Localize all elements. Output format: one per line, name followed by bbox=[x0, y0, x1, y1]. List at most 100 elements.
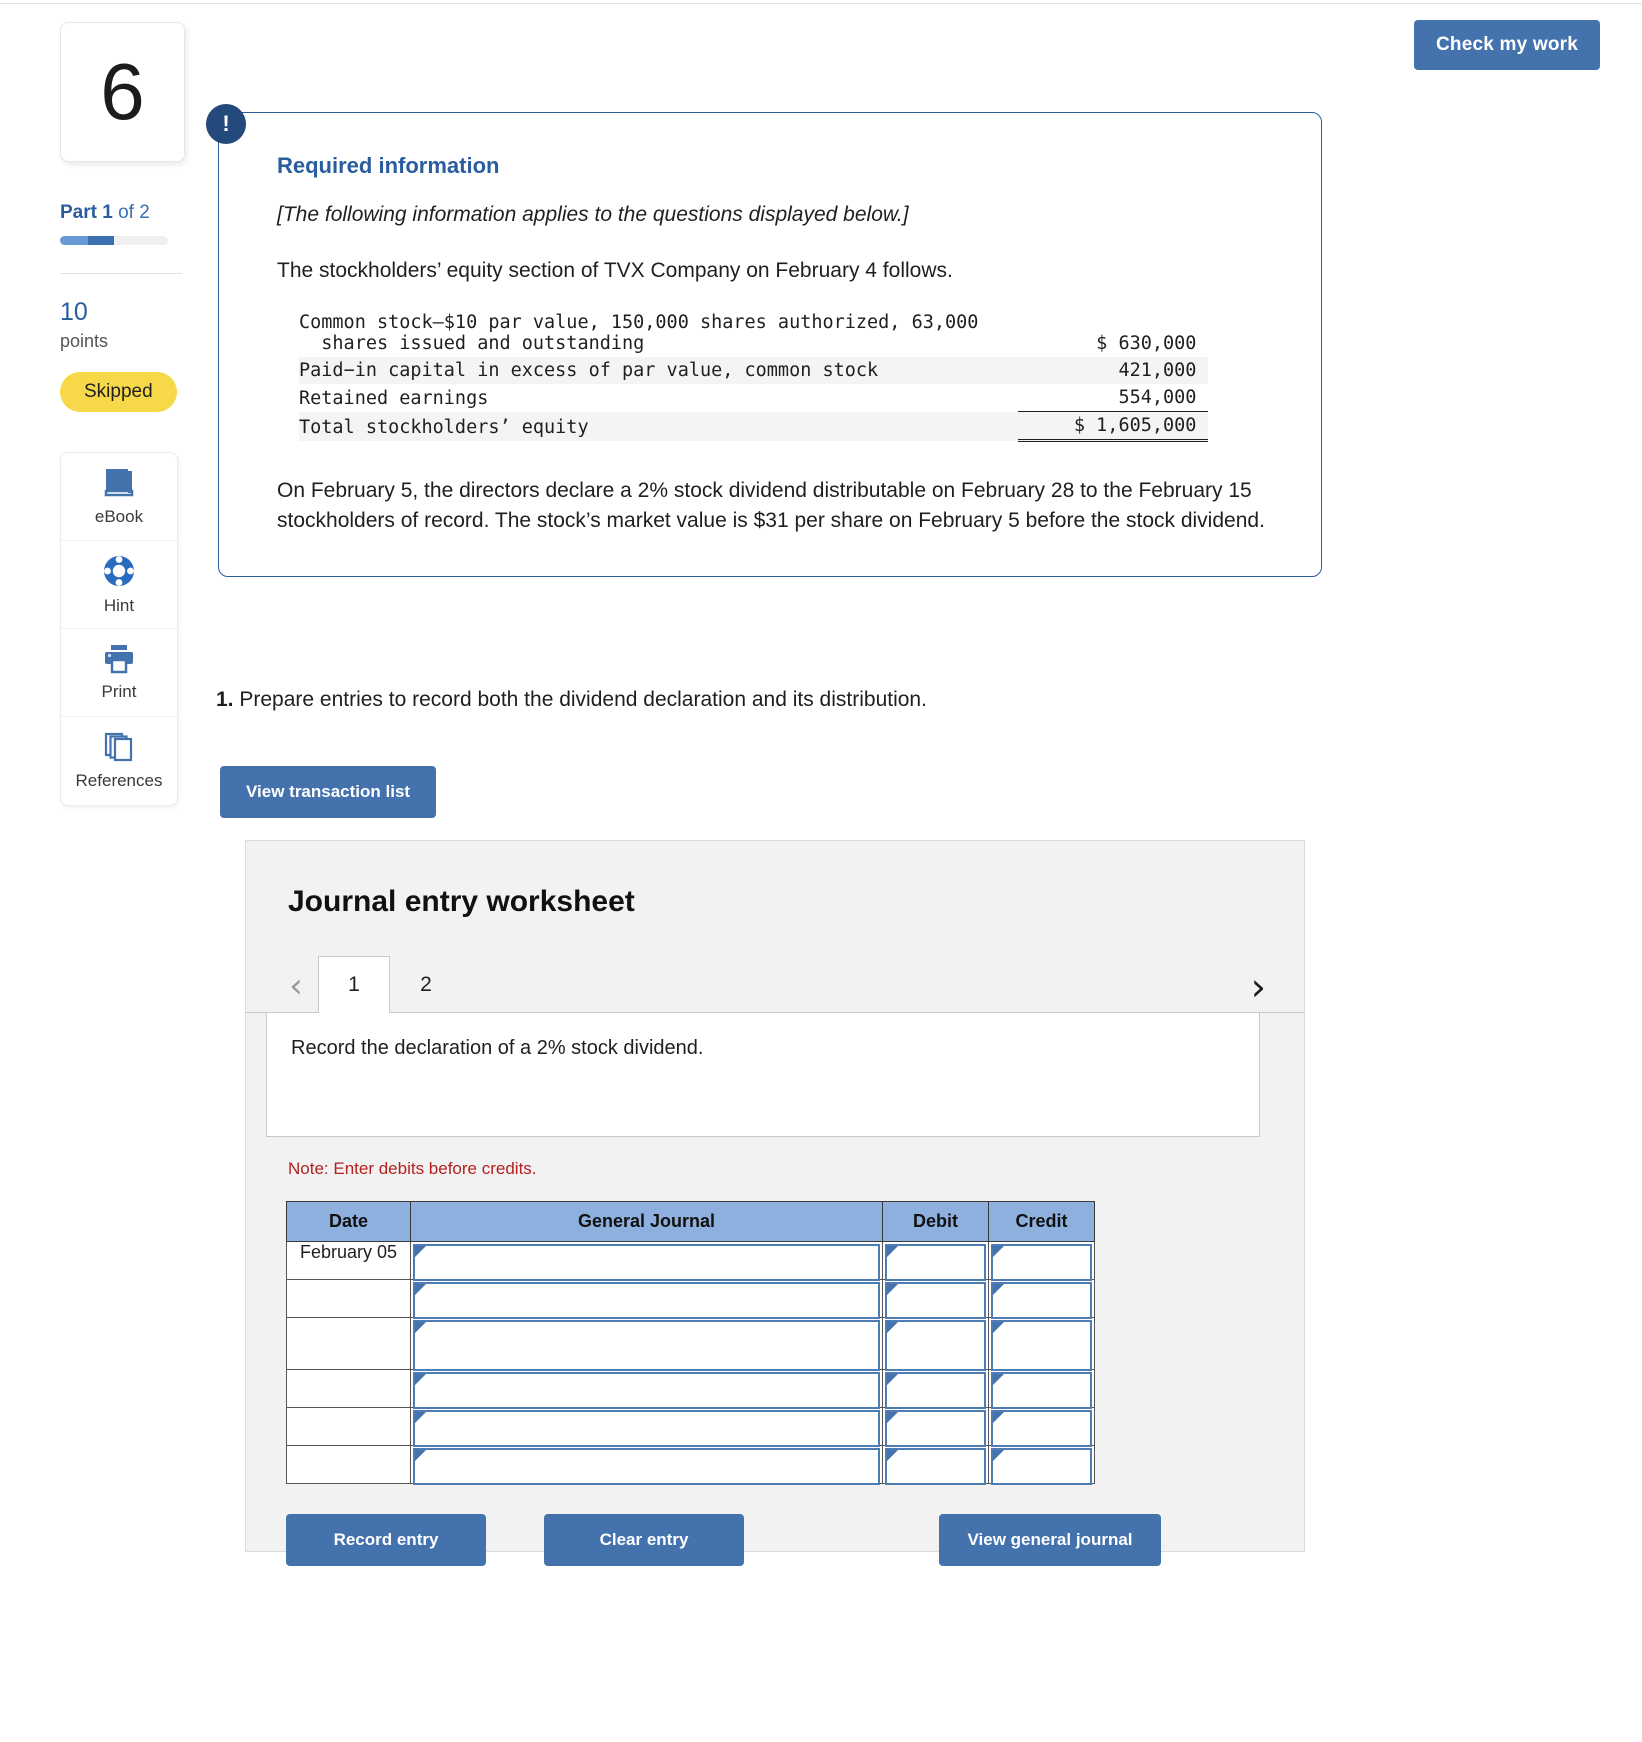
cell-general-journal[interactable] bbox=[410, 1241, 883, 1281]
equity-row-amount: $ 1,605,000 bbox=[1018, 411, 1209, 442]
cell-debit[interactable] bbox=[882, 1241, 989, 1281]
cell-general-journal[interactable] bbox=[410, 1279, 883, 1319]
equity-row-label: Common stock—$10 par value, 150,000 shar… bbox=[299, 312, 979, 354]
tool-label: References bbox=[75, 771, 163, 790]
clear-entry-button[interactable]: Clear entry bbox=[544, 1514, 744, 1566]
tool-ebook[interactable]: eBook bbox=[61, 453, 177, 541]
column-header-general-journal: General Journal bbox=[410, 1201, 883, 1242]
cell-debit[interactable] bbox=[882, 1317, 989, 1371]
account-select[interactable] bbox=[413, 1320, 880, 1371]
cell-credit[interactable] bbox=[988, 1241, 1095, 1281]
question-index: 1. bbox=[216, 688, 234, 711]
debit-input[interactable] bbox=[885, 1282, 986, 1319]
part-current: 1 bbox=[102, 202, 113, 223]
account-select[interactable] bbox=[413, 1410, 880, 1447]
stockholders-equity-table-wrap: Common stock—$10 par value, 150,000 shar… bbox=[277, 309, 1269, 442]
tool-panel: eBook Hint Print References bbox=[60, 452, 178, 806]
debit-input[interactable] bbox=[885, 1372, 986, 1409]
worksheet-tab-row: ‹ 1 2 › bbox=[246, 955, 1304, 1013]
table-row bbox=[286, 1279, 1095, 1319]
journal-header-row: Date General Journal Debit Credit bbox=[286, 1201, 1095, 1242]
table-row bbox=[286, 1445, 1095, 1485]
exclamation-icon: ! bbox=[206, 104, 246, 144]
equity-row-amount: 421,000 bbox=[1018, 357, 1209, 384]
status-badge: Skipped bbox=[60, 372, 177, 412]
question-prompt: 1. Prepare entries to record both the di… bbox=[216, 688, 927, 712]
table-row bbox=[286, 1369, 1095, 1409]
credit-input[interactable] bbox=[991, 1244, 1092, 1281]
record-entry-button[interactable]: Record entry bbox=[286, 1514, 486, 1566]
top-divider bbox=[0, 0, 1642, 4]
points-value: 10 bbox=[60, 298, 88, 326]
cell-date[interactable] bbox=[286, 1369, 411, 1408]
cell-credit[interactable] bbox=[988, 1445, 1095, 1485]
ebook-icon bbox=[102, 467, 136, 499]
cell-date[interactable] bbox=[286, 1279, 411, 1318]
cell-debit[interactable] bbox=[882, 1445, 989, 1485]
question-rail: 6 Part 1 of 2 10 points Skipped eBook Hi… bbox=[60, 22, 192, 806]
account-select[interactable] bbox=[413, 1244, 880, 1281]
cell-credit[interactable] bbox=[988, 1317, 1095, 1371]
cell-general-journal[interactable] bbox=[410, 1317, 883, 1371]
cell-general-journal[interactable] bbox=[410, 1369, 883, 1409]
tab-entry-1[interactable]: 1 bbox=[318, 956, 390, 1013]
points-label: points bbox=[60, 331, 109, 351]
equity-row-amount: 554,000 bbox=[1018, 384, 1209, 412]
cell-debit[interactable] bbox=[882, 1407, 989, 1447]
table-row: Retained earnings 554,000 bbox=[299, 384, 1209, 412]
table-row-total: Total stockholders’ equity $ 1,605,000 bbox=[299, 411, 1209, 442]
chevron-right-icon[interactable]: › bbox=[1251, 968, 1266, 1006]
column-header-date: Date bbox=[286, 1201, 411, 1242]
view-transaction-list-button[interactable]: View transaction list bbox=[220, 766, 437, 818]
worksheet-title: Journal entry worksheet bbox=[288, 885, 635, 918]
account-select[interactable] bbox=[413, 1282, 880, 1319]
cell-debit[interactable] bbox=[882, 1279, 989, 1319]
cell-general-journal[interactable] bbox=[410, 1445, 883, 1485]
question-page: Check my work 6 Part 1 of 2 10 points Sk… bbox=[0, 0, 1642, 1742]
credit-input[interactable] bbox=[991, 1448, 1092, 1485]
hint-lifesaver-icon bbox=[102, 554, 136, 588]
cell-debit[interactable] bbox=[882, 1369, 989, 1409]
credit-input[interactable] bbox=[991, 1320, 1092, 1371]
table-row: February 05 bbox=[286, 1241, 1095, 1281]
chevron-left-icon[interactable]: ‹ bbox=[274, 960, 318, 1012]
cell-general-journal[interactable] bbox=[410, 1407, 883, 1447]
debit-input[interactable] bbox=[885, 1410, 986, 1447]
part-indicator: Part 1 of 2 bbox=[60, 202, 192, 224]
cell-date[interactable] bbox=[286, 1445, 411, 1484]
account-select[interactable] bbox=[413, 1448, 880, 1485]
rail-divider bbox=[60, 273, 182, 274]
cell-date[interactable] bbox=[286, 1317, 411, 1370]
worksheet-actions: Record entry Clear entry View general jo… bbox=[286, 1514, 1260, 1568]
cell-date[interactable]: February 05 bbox=[286, 1241, 411, 1280]
tool-label: Hint bbox=[103, 595, 135, 615]
part-progress-bar bbox=[60, 236, 168, 245]
question-number: 6 bbox=[60, 22, 185, 162]
journal-entry-table: Date General Journal Debit Credit Februa… bbox=[286, 1201, 1095, 1485]
table-row: Paid−in capital in excess of par value, … bbox=[299, 357, 1209, 384]
table-row bbox=[286, 1407, 1095, 1447]
check-my-work-button[interactable]: Check my work bbox=[1414, 20, 1600, 70]
cell-credit[interactable] bbox=[988, 1279, 1095, 1319]
progress-segment-1 bbox=[60, 236, 88, 245]
tool-references[interactable]: References bbox=[61, 717, 177, 805]
equity-row-amount: $ 630,000 bbox=[1096, 333, 1197, 354]
tool-hint[interactable]: Hint bbox=[61, 541, 177, 629]
credit-input[interactable] bbox=[991, 1372, 1092, 1409]
credit-input[interactable] bbox=[991, 1282, 1092, 1319]
cell-credit[interactable] bbox=[988, 1369, 1095, 1409]
references-copy-icon bbox=[102, 731, 136, 763]
debit-input[interactable] bbox=[885, 1320, 986, 1371]
cell-date[interactable] bbox=[286, 1407, 411, 1446]
applies-note: [The following information applies to th… bbox=[277, 203, 909, 226]
cell-credit[interactable] bbox=[988, 1407, 1095, 1447]
stockholders-equity-table: Common stock—$10 par value, 150,000 shar… bbox=[299, 309, 1209, 442]
table-row: Common stock—$10 par value, 150,000 shar… bbox=[299, 309, 1208, 357]
debit-input[interactable] bbox=[885, 1448, 986, 1485]
account-select[interactable] bbox=[413, 1372, 880, 1409]
view-general-journal-button[interactable]: View general journal bbox=[939, 1514, 1161, 1566]
debit-input[interactable] bbox=[885, 1244, 986, 1281]
tab-entry-2[interactable]: 2 bbox=[390, 956, 462, 1012]
tool-print[interactable]: Print bbox=[61, 629, 177, 717]
credit-input[interactable] bbox=[991, 1410, 1092, 1447]
